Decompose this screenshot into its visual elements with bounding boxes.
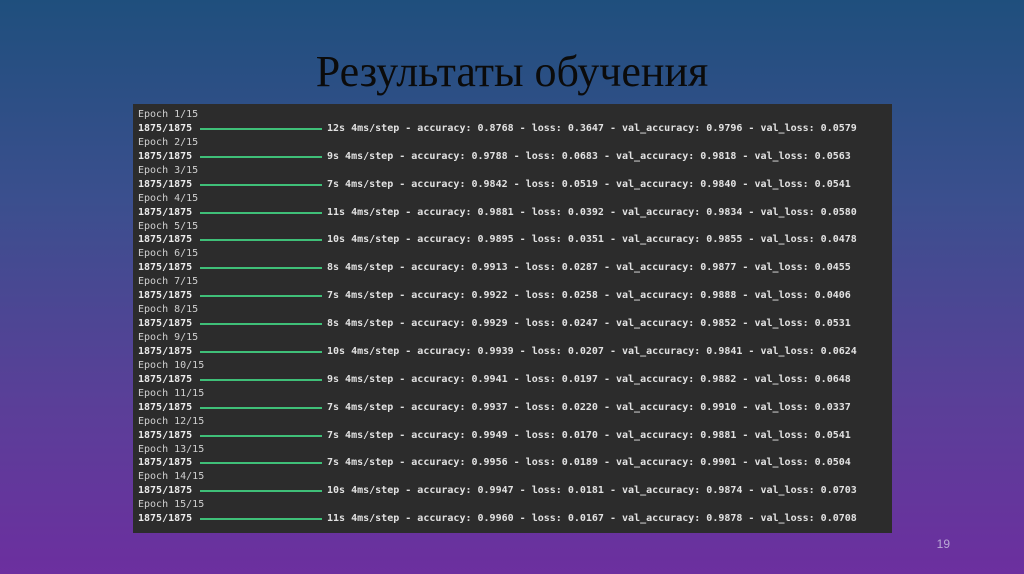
epoch-header: Epoch 9/15 bbox=[138, 332, 199, 343]
epoch-header: Epoch 6/15 bbox=[138, 248, 199, 260]
epoch-progress-line: 1875/1875 7s 4ms/step - accuracy: 0.9842… bbox=[138, 178, 892, 192]
epoch-header: Epoch 13/15 bbox=[138, 443, 205, 455]
slide-title: Результаты обучения bbox=[315, 47, 709, 96]
progress-bar bbox=[200, 211, 322, 214]
epoch-progress-line: 1875/1875 8s 4ms/step - accuracy: 0.9929… bbox=[138, 317, 892, 331]
epoch-header: Epoch 7/15 bbox=[138, 276, 199, 288]
epoch-progress-line: 1875/1875 10s 4ms/step - accuracy: 0.993… bbox=[138, 345, 892, 359]
step-count: 1875/1875 bbox=[138, 513, 193, 525]
epoch-header: Epoch 10/15 bbox=[138, 359, 205, 371]
epoch-header: Epoch 2/15 bbox=[138, 136, 199, 148]
epoch-progress-line: 1875/1875 7s 4ms/step - accuracy: 0.9922… bbox=[138, 289, 892, 303]
epoch-progress-line: 1875/1875 8s 4ms/step - accuracy: 0.9913… bbox=[138, 261, 892, 275]
step-count: 1875/1875 bbox=[138, 318, 193, 330]
epoch-metrics: 7s 4ms/step - accuracy: 0.9956 - loss: 0… bbox=[327, 457, 851, 469]
epoch-metrics: 7s 4ms/step - accuracy: 0.9842 - loss: 0… bbox=[327, 178, 851, 190]
step-count: 1875/1875 bbox=[138, 485, 193, 497]
epoch-progress-line: 1875/1875 10s 4ms/step - accuracy: 0.994… bbox=[138, 484, 892, 498]
progress-bar bbox=[200, 183, 322, 186]
step-count: 1875/1875 bbox=[138, 234, 193, 246]
epoch-metrics: 10s 4ms/step - accuracy: 0.9895 - loss: … bbox=[327, 234, 857, 246]
epoch-metrics: 11s 4ms/step - accuracy: 0.9960 - loss: … bbox=[327, 513, 857, 525]
epoch-metrics: 7s 4ms/step - accuracy: 0.9922 - loss: 0… bbox=[327, 290, 851, 302]
epoch-header: Epoch 4/15 bbox=[138, 192, 199, 204]
progress-bar bbox=[200, 239, 322, 242]
epoch-header: Epoch 15/15 bbox=[138, 499, 205, 511]
step-count: 1875/1875 bbox=[138, 373, 193, 385]
step-count: 1875/1875 bbox=[138, 178, 193, 190]
epoch-metrics: 7s 4ms/step - accuracy: 0.9949 - loss: 0… bbox=[327, 429, 851, 441]
training-log-output: Epoch 1/15 1875/1875 12s 4ms/step - accu… bbox=[133, 104, 892, 533]
epoch-header: Epoch 1/15 bbox=[138, 109, 199, 120]
epoch-progress-line: 1875/1875 7s 4ms/step - accuracy: 0.9937… bbox=[138, 401, 892, 415]
step-count: 1875/1875 bbox=[138, 345, 193, 357]
epoch-progress-line: 1875/1875 7s 4ms/step - accuracy: 0.9949… bbox=[138, 429, 892, 443]
progress-bar bbox=[200, 490, 322, 493]
epoch-metrics: 11s 4ms/step - accuracy: 0.9881 - loss: … bbox=[327, 206, 857, 218]
epoch-progress-line: 1875/1875 9s 4ms/step - accuracy: 0.9788… bbox=[138, 150, 892, 164]
epoch-header: Epoch 8/15 bbox=[138, 304, 199, 316]
step-count: 1875/1875 bbox=[138, 206, 193, 218]
progress-bar bbox=[200, 295, 322, 298]
epoch-metrics: 9s 4ms/step - accuracy: 0.9788 - loss: 0… bbox=[327, 150, 851, 162]
progress-bar bbox=[200, 462, 322, 465]
step-count: 1875/1875 bbox=[138, 290, 193, 302]
epoch-header: Epoch 3/15 bbox=[138, 164, 199, 176]
epoch-metrics: 7s 4ms/step - accuracy: 0.9937 - loss: 0… bbox=[327, 401, 851, 413]
epoch-metrics: 10s 4ms/step - accuracy: 0.9939 - loss: … bbox=[327, 345, 857, 357]
step-count: 1875/1875 bbox=[138, 150, 193, 162]
progress-bar bbox=[200, 155, 322, 158]
epoch-metrics: 8s 4ms/step - accuracy: 0.9929 - loss: 0… bbox=[327, 318, 851, 330]
epoch-header: Epoch 14/15 bbox=[138, 471, 205, 483]
epoch-header: Epoch 11/15 bbox=[138, 387, 205, 399]
progress-bar bbox=[200, 267, 322, 270]
epoch-header: Epoch 5/15 bbox=[138, 220, 199, 232]
epoch-progress-line: 1875/1875 11s 4ms/step - accuracy: 0.988… bbox=[138, 206, 892, 220]
progress-bar bbox=[200, 323, 322, 326]
step-count: 1875/1875 bbox=[138, 122, 193, 134]
epoch-metrics: 12s 4ms/step - accuracy: 0.8768 - loss: … bbox=[327, 122, 857, 134]
step-count: 1875/1875 bbox=[138, 429, 193, 441]
epoch-progress-line: 1875/1875 10s 4ms/step - accuracy: 0.989… bbox=[138, 233, 892, 247]
step-count: 1875/1875 bbox=[138, 457, 193, 469]
epoch-progress-line: 1875/1875 9s 4ms/step - accuracy: 0.9941… bbox=[138, 373, 892, 387]
step-count: 1875/1875 bbox=[138, 262, 193, 274]
epoch-progress-line: 1875/1875 12s 4ms/step - accuracy: 0.876… bbox=[138, 122, 892, 136]
progress-bar bbox=[200, 518, 322, 521]
epoch-header: Epoch 12/15 bbox=[138, 415, 205, 427]
progress-bar bbox=[200, 434, 322, 437]
epoch-metrics: 9s 4ms/step - accuracy: 0.9941 - loss: 0… bbox=[327, 373, 851, 385]
epoch-metrics: 8s 4ms/step - accuracy: 0.9913 - loss: 0… bbox=[327, 262, 851, 274]
epoch-progress-line: 1875/1875 11s 4ms/step - accuracy: 0.996… bbox=[138, 512, 892, 526]
progress-bar bbox=[200, 350, 322, 353]
page-number: 19 bbox=[936, 537, 950, 551]
epoch-progress-line: 1875/1875 7s 4ms/step - accuracy: 0.9956… bbox=[138, 456, 892, 470]
step-count: 1875/1875 bbox=[138, 401, 193, 413]
progress-bar bbox=[200, 406, 322, 409]
progress-bar bbox=[200, 378, 322, 381]
progress-bar bbox=[200, 127, 322, 130]
epoch-metrics: 10s 4ms/step - accuracy: 0.9947 - loss: … bbox=[327, 485, 857, 497]
